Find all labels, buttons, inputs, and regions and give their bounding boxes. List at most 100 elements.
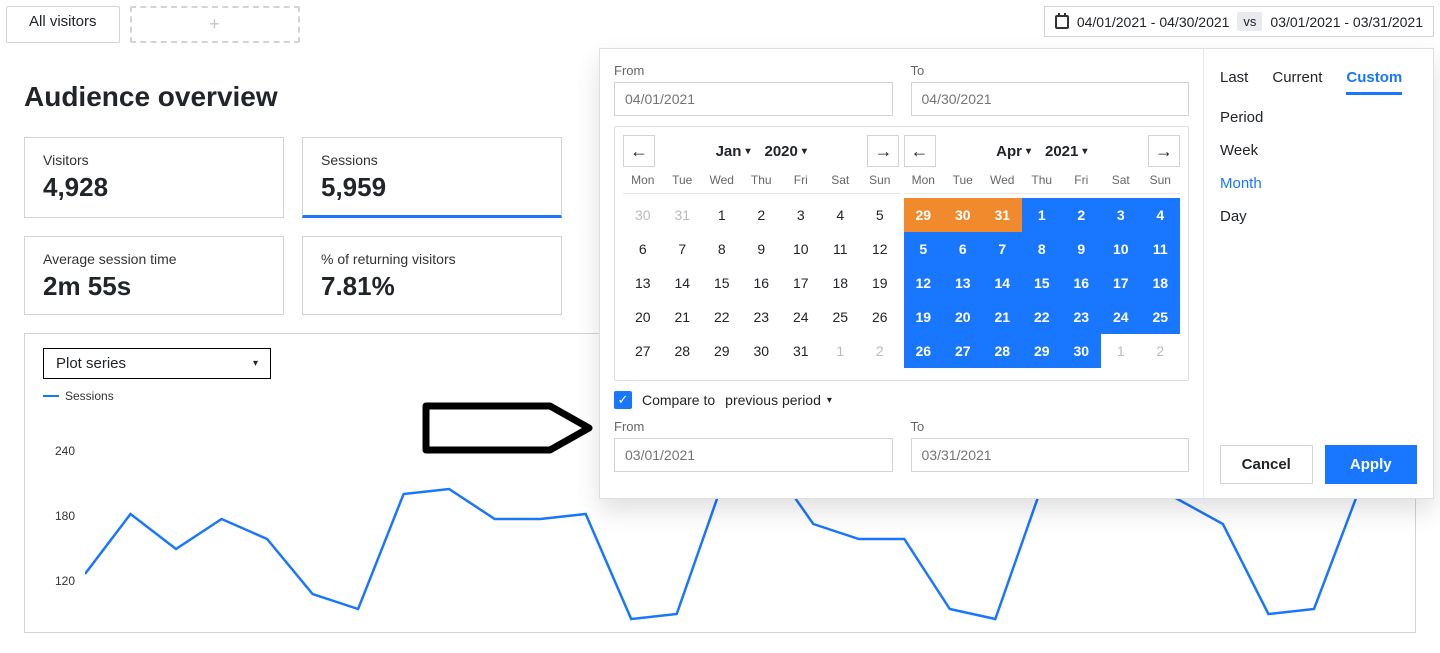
stat-sessions[interactable]: Sessions 5,959 bbox=[302, 137, 562, 218]
day-cell[interactable]: 5 bbox=[860, 198, 900, 232]
day-cell[interactable]: 7 bbox=[983, 232, 1023, 266]
day-cell[interactable]: 8 bbox=[702, 232, 742, 266]
day-cell[interactable]: 29 bbox=[702, 334, 742, 368]
day-cell[interactable]: 1 bbox=[1022, 198, 1062, 232]
compare-to-input[interactable] bbox=[911, 438, 1190, 472]
day-cell[interactable]: 30 bbox=[742, 334, 782, 368]
day-cell[interactable]: 12 bbox=[904, 266, 944, 300]
day-cell[interactable]: 19 bbox=[904, 300, 944, 334]
day-cell[interactable]: 15 bbox=[1022, 266, 1062, 300]
day-cell[interactable]: 10 bbox=[781, 232, 821, 266]
day-cell[interactable]: 12 bbox=[860, 232, 900, 266]
year-dropdown[interactable]: 2021▾ bbox=[1045, 143, 1087, 160]
day-cell[interactable]: 10 bbox=[1101, 232, 1141, 266]
from-input[interactable] bbox=[614, 82, 893, 116]
day-cell[interactable]: 2 bbox=[1062, 198, 1102, 232]
next-month-button[interactable]: → bbox=[867, 135, 899, 167]
day-cell[interactable]: 23 bbox=[742, 300, 782, 334]
prev-month-button[interactable]: ← bbox=[904, 135, 936, 167]
day-cell[interactable]: 30 bbox=[943, 198, 983, 232]
month-dropdown[interactable]: Jan▾ bbox=[716, 143, 751, 160]
day-cell[interactable]: 26 bbox=[904, 334, 944, 368]
day-cell[interactable]: 31 bbox=[663, 198, 703, 232]
day-cell[interactable]: 22 bbox=[1022, 300, 1062, 334]
day-cell[interactable]: 20 bbox=[623, 300, 663, 334]
day-cell[interactable]: 21 bbox=[663, 300, 703, 334]
day-cell[interactable]: 30 bbox=[623, 198, 663, 232]
day-cell[interactable]: 31 bbox=[781, 334, 821, 368]
day-cell[interactable]: 29 bbox=[904, 198, 944, 232]
compare-from-input[interactable] bbox=[614, 438, 893, 472]
range-mode-tab[interactable]: Last bbox=[1220, 69, 1248, 95]
stat-returning[interactable]: % of returning visitors 7.81% bbox=[302, 236, 562, 315]
date-range-selector[interactable]: 04/01/2021 - 04/30/2021 vs 03/01/2021 - … bbox=[1044, 6, 1434, 37]
cancel-button[interactable]: Cancel bbox=[1220, 445, 1313, 484]
day-cell[interactable]: 4 bbox=[1141, 198, 1181, 232]
day-cell[interactable]: 24 bbox=[1101, 300, 1141, 334]
year-dropdown[interactable]: 2020▾ bbox=[764, 143, 806, 160]
day-cell[interactable]: 28 bbox=[663, 334, 703, 368]
day-cell[interactable]: 16 bbox=[742, 266, 782, 300]
day-cell[interactable]: 23 bbox=[1062, 300, 1102, 334]
month-dropdown[interactable]: Apr▾ bbox=[996, 143, 1031, 160]
day-cell[interactable]: 4 bbox=[821, 198, 861, 232]
day-cell[interactable]: 2 bbox=[860, 334, 900, 368]
add-filter-button[interactable]: + bbox=[130, 6, 300, 43]
day-cell[interactable]: 2 bbox=[742, 198, 782, 232]
day-cell[interactable]: 13 bbox=[943, 266, 983, 300]
range-mode-tab[interactable]: Current bbox=[1272, 69, 1322, 95]
day-cell[interactable]: 3 bbox=[1101, 198, 1141, 232]
stat-avg-session[interactable]: Average session time 2m 55s bbox=[24, 236, 284, 315]
range-unit-option[interactable]: Period bbox=[1220, 109, 1417, 126]
prev-month-button[interactable]: ← bbox=[623, 135, 655, 167]
day-cell[interactable]: 14 bbox=[663, 266, 703, 300]
range-mode-tab[interactable]: Custom bbox=[1346, 69, 1402, 95]
day-cell[interactable]: 11 bbox=[1141, 232, 1181, 266]
apply-button[interactable]: Apply bbox=[1325, 445, 1418, 484]
plot-series-dropdown[interactable]: Plot series ▾ bbox=[43, 348, 271, 379]
range-unit-option[interactable]: Week bbox=[1220, 142, 1417, 159]
day-cell[interactable]: 17 bbox=[781, 266, 821, 300]
to-input[interactable] bbox=[911, 82, 1190, 116]
day-cell[interactable]: 9 bbox=[1062, 232, 1102, 266]
compare-checkbox[interactable]: ✓ bbox=[614, 391, 632, 409]
compare-period-dropdown[interactable]: previous period ▾ bbox=[725, 392, 832, 408]
day-cell[interactable]: 28 bbox=[983, 334, 1023, 368]
day-cell[interactable]: 22 bbox=[702, 300, 742, 334]
day-cell[interactable]: 26 bbox=[860, 300, 900, 334]
day-cell[interactable]: 14 bbox=[983, 266, 1023, 300]
day-cell[interactable]: 6 bbox=[943, 232, 983, 266]
day-cell[interactable]: 27 bbox=[943, 334, 983, 368]
day-cell[interactable]: 7 bbox=[663, 232, 703, 266]
day-cell[interactable]: 3 bbox=[781, 198, 821, 232]
stat-visitors[interactable]: Visitors 4,928 bbox=[24, 137, 284, 218]
day-cell[interactable]: 15 bbox=[702, 266, 742, 300]
day-cell[interactable]: 9 bbox=[742, 232, 782, 266]
day-cell[interactable]: 18 bbox=[821, 266, 861, 300]
day-cell[interactable]: 25 bbox=[1141, 300, 1181, 334]
day-cell[interactable]: 16 bbox=[1062, 266, 1102, 300]
day-cell[interactable]: 27 bbox=[623, 334, 663, 368]
day-cell[interactable]: 31 bbox=[983, 198, 1023, 232]
day-cell[interactable]: 8 bbox=[1022, 232, 1062, 266]
day-cell[interactable]: 19 bbox=[860, 266, 900, 300]
day-cell[interactable]: 1 bbox=[821, 334, 861, 368]
day-cell[interactable]: 30 bbox=[1062, 334, 1102, 368]
range-unit-option[interactable]: Month bbox=[1220, 175, 1417, 192]
day-cell[interactable]: 1 bbox=[1101, 334, 1141, 368]
day-cell[interactable]: 2 bbox=[1141, 334, 1181, 368]
next-month-button[interactable]: → bbox=[1148, 135, 1180, 167]
day-cell[interactable]: 21 bbox=[983, 300, 1023, 334]
day-cell[interactable]: 13 bbox=[623, 266, 663, 300]
all-visitors-filter[interactable]: All visitors bbox=[6, 6, 120, 43]
day-cell[interactable]: 11 bbox=[821, 232, 861, 266]
day-cell[interactable]: 25 bbox=[821, 300, 861, 334]
day-cell[interactable]: 5 bbox=[904, 232, 944, 266]
day-cell[interactable]: 17 bbox=[1101, 266, 1141, 300]
day-cell[interactable]: 24 bbox=[781, 300, 821, 334]
day-cell[interactable]: 18 bbox=[1141, 266, 1181, 300]
day-cell[interactable]: 6 bbox=[623, 232, 663, 266]
day-cell[interactable]: 20 bbox=[943, 300, 983, 334]
range-unit-option[interactable]: Day bbox=[1220, 208, 1417, 225]
day-cell[interactable]: 1 bbox=[702, 198, 742, 232]
